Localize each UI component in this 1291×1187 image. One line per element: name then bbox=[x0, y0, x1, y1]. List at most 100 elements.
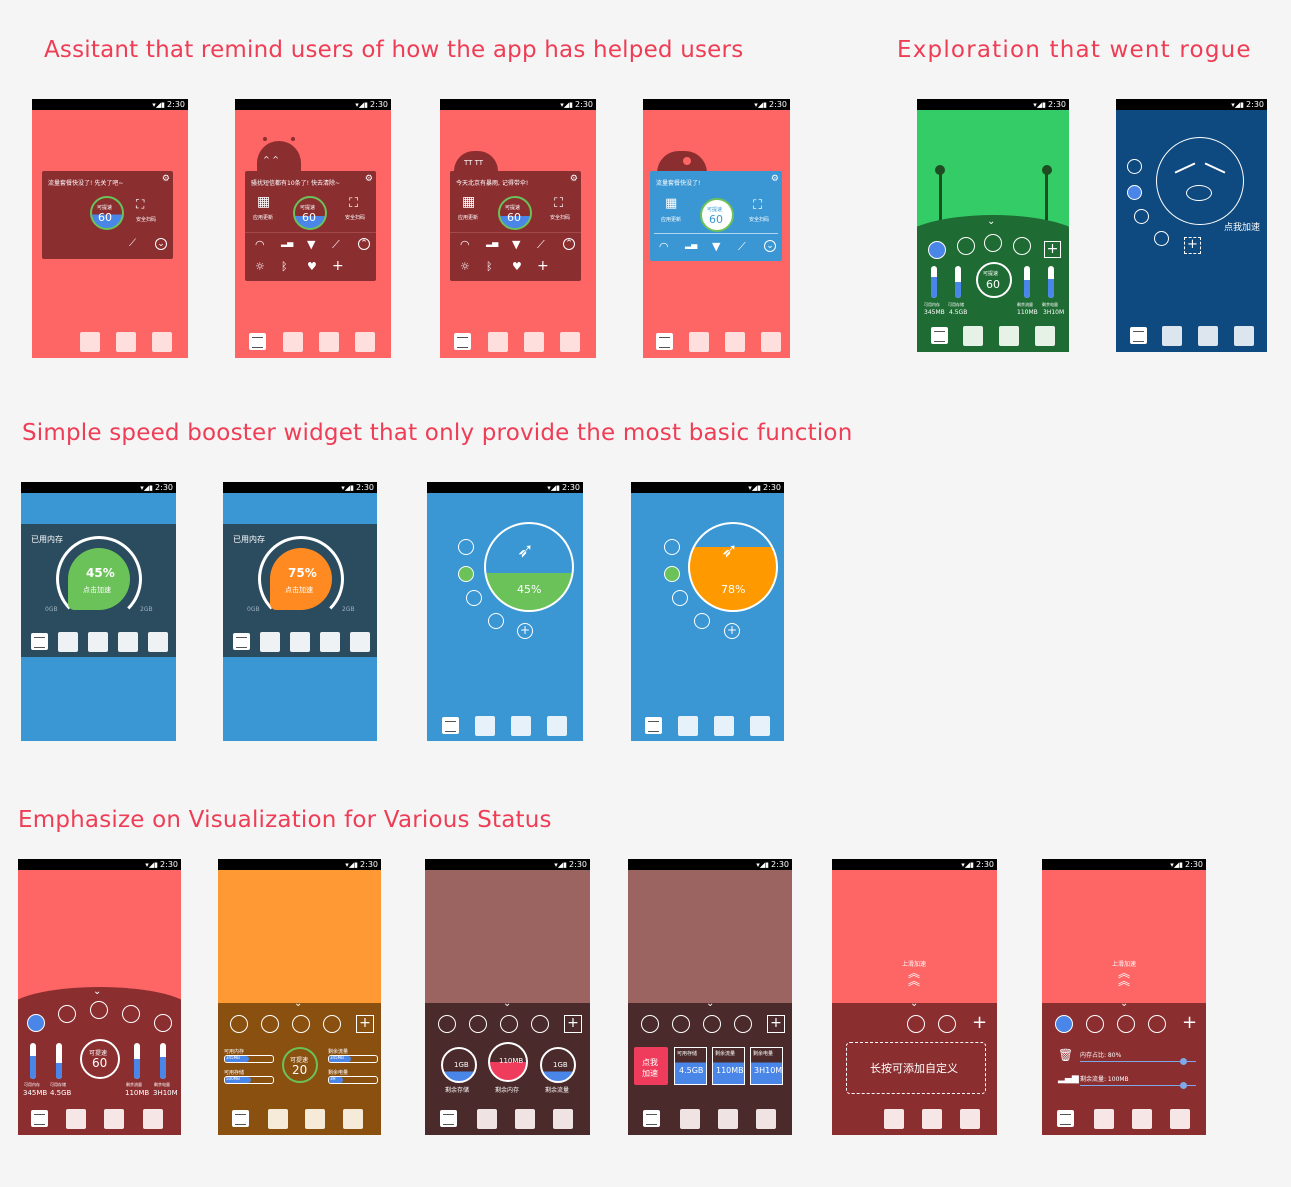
app-slot[interactable] bbox=[283, 332, 303, 352]
mute-icon[interactable] bbox=[323, 1015, 341, 1033]
app-slot[interactable] bbox=[118, 632, 138, 652]
app-slot[interactable] bbox=[320, 632, 340, 652]
app-slot[interactable] bbox=[689, 332, 709, 352]
brightness-icon[interactable]: ☼ bbox=[460, 261, 470, 272]
signal-icon[interactable]: ▂▄ bbox=[486, 239, 498, 247]
app-slot[interactable] bbox=[1170, 1109, 1190, 1129]
add-icon[interactable]: + bbox=[1044, 241, 1061, 258]
gear-icon[interactable]: ⚙ bbox=[365, 175, 373, 184]
mute-icon[interactable] bbox=[734, 1015, 752, 1033]
app-slot[interactable] bbox=[1094, 1109, 1114, 1129]
app-slot[interactable] bbox=[58, 632, 78, 652]
traffic-slider[interactable] bbox=[1080, 1085, 1196, 1086]
notes-icon[interactable] bbox=[656, 333, 673, 350]
app-slot[interactable] bbox=[475, 716, 495, 736]
app-slot[interactable] bbox=[547, 716, 567, 736]
bluetooth-icon[interactable]: ᛒ bbox=[486, 261, 493, 272]
app-slot[interactable] bbox=[488, 332, 508, 352]
battery-tile[interactable]: 剩余电量 3H10M bbox=[750, 1047, 783, 1085]
add-icon[interactable]: + bbox=[517, 623, 533, 639]
wifi-icon[interactable] bbox=[230, 1015, 248, 1033]
chevron-down-icon[interactable]: ⌄ bbox=[706, 999, 714, 1009]
signal-icon[interactable]: ▂▄ bbox=[281, 239, 293, 247]
wifi-icon[interactable] bbox=[27, 1014, 45, 1032]
chevron-down-icon[interactable]: ⌄ bbox=[294, 999, 302, 1009]
signal-icon[interactable] bbox=[672, 1015, 690, 1033]
notes-icon[interactable] bbox=[931, 327, 948, 344]
memory-slider[interactable] bbox=[1080, 1061, 1196, 1062]
chevron-down-icon[interactable]: ⌄ bbox=[93, 987, 101, 997]
notes-icon[interactable] bbox=[454, 333, 471, 350]
mute-icon[interactable] bbox=[1013, 237, 1031, 255]
add-icon[interactable]: + bbox=[332, 259, 344, 273]
app-slot[interactable] bbox=[88, 632, 108, 652]
chevron-up-icon[interactable]: ⌃ bbox=[358, 238, 370, 250]
flashlight-icon[interactable]: ▼ bbox=[712, 241, 720, 252]
app-slot[interactable] bbox=[1035, 326, 1055, 346]
add-icon[interactable]: + bbox=[724, 623, 740, 639]
boost-tile[interactable]: 点我 加速 bbox=[634, 1047, 668, 1085]
gear-icon[interactable]: ⚙ bbox=[570, 175, 578, 184]
flashlight-icon[interactable] bbox=[703, 1015, 721, 1033]
wifi-icon[interactable] bbox=[928, 241, 946, 259]
scan-icon[interactable]: ⛶ bbox=[753, 199, 762, 212]
app-slot[interactable] bbox=[560, 332, 580, 352]
app-slot[interactable] bbox=[678, 716, 698, 736]
notes-icon[interactable] bbox=[233, 633, 250, 650]
bluetooth-icon[interactable]: ᛒ bbox=[281, 261, 288, 272]
app-slot[interactable] bbox=[750, 716, 770, 736]
notes-icon[interactable] bbox=[232, 1110, 249, 1127]
app-slot[interactable] bbox=[524, 332, 544, 352]
signal-icon[interactable] bbox=[58, 1005, 76, 1023]
app-slot[interactable] bbox=[714, 716, 734, 736]
boost-button[interactable]: 45% 点击加速 bbox=[68, 548, 130, 610]
chevron-down-icon[interactable]: ⌄ bbox=[987, 217, 995, 227]
flashlight-icon[interactable] bbox=[672, 590, 688, 606]
boost-circle[interactable]: ➶ 78% bbox=[688, 522, 778, 612]
app-slot[interactable] bbox=[268, 1109, 288, 1129]
notes-icon[interactable] bbox=[31, 1110, 48, 1127]
app-slot[interactable] bbox=[718, 1109, 738, 1129]
flashlight-icon[interactable] bbox=[984, 234, 1002, 252]
gear-icon[interactable]: ⚙ bbox=[771, 175, 779, 184]
signal-icon[interactable] bbox=[664, 539, 680, 555]
app-slot[interactable] bbox=[511, 716, 531, 736]
assistant-widget[interactable]: 骚扰短信都有10条了! 快去清除~ ⚙ ▦ 应用更新 可提速 60 ⛶ 安全扫码… bbox=[245, 171, 376, 281]
memory-slider-thumb[interactable] bbox=[1180, 1058, 1187, 1065]
app-slot[interactable] bbox=[343, 1109, 363, 1129]
chevron-down-icon[interactable]: ⌄ bbox=[910, 999, 918, 1009]
speed-gauge[interactable]: 可提速 60 bbox=[90, 196, 124, 230]
app-slot[interactable] bbox=[477, 1109, 497, 1129]
app-slot[interactable] bbox=[553, 1109, 573, 1129]
add-icon[interactable]: + bbox=[1182, 1014, 1197, 1032]
app-slot[interactable] bbox=[725, 332, 745, 352]
add-icon[interactable]: + bbox=[1184, 237, 1201, 254]
wifi-icon[interactable] bbox=[664, 566, 680, 582]
scan-icon[interactable]: ⛶ bbox=[136, 198, 144, 210]
flashlight-icon[interactable] bbox=[466, 590, 482, 606]
apps-grid-icon[interactable]: ▦ bbox=[462, 195, 475, 209]
notes-icon[interactable] bbox=[643, 1110, 660, 1127]
wifi-icon[interactable]: ◠ bbox=[460, 239, 470, 250]
app-slot[interactable] bbox=[756, 1109, 776, 1129]
app-slot[interactable] bbox=[104, 1109, 124, 1129]
signal-icon[interactable] bbox=[261, 1015, 279, 1033]
wifi-icon[interactable] bbox=[641, 1015, 659, 1033]
app-slot[interactable] bbox=[960, 1109, 980, 1129]
app-slot[interactable] bbox=[319, 332, 339, 352]
notes-icon[interactable] bbox=[1130, 327, 1147, 344]
bluetooth-icon[interactable] bbox=[154, 1014, 172, 1032]
app-slot[interactable] bbox=[290, 632, 310, 652]
signal-icon[interactable] bbox=[957, 237, 975, 255]
app-slot[interactable] bbox=[148, 632, 168, 652]
add-icon[interactable]: + bbox=[972, 1014, 987, 1032]
chevron-down-icon[interactable]: ⌄ bbox=[155, 238, 167, 250]
app-slot[interactable] bbox=[761, 332, 781, 352]
app-slot[interactable] bbox=[1234, 326, 1254, 346]
twitter-icon[interactable]: ♥ bbox=[307, 261, 317, 272]
flashlight-icon[interactable]: ▼ bbox=[307, 239, 315, 250]
wifi-icon[interactable]: ◠ bbox=[255, 239, 265, 250]
app-slot[interactable] bbox=[1162, 326, 1182, 346]
chevrons-up-icon[interactable]: ︽ ︽ bbox=[1118, 967, 1130, 987]
traffic-slider-thumb[interactable] bbox=[1180, 1082, 1187, 1089]
